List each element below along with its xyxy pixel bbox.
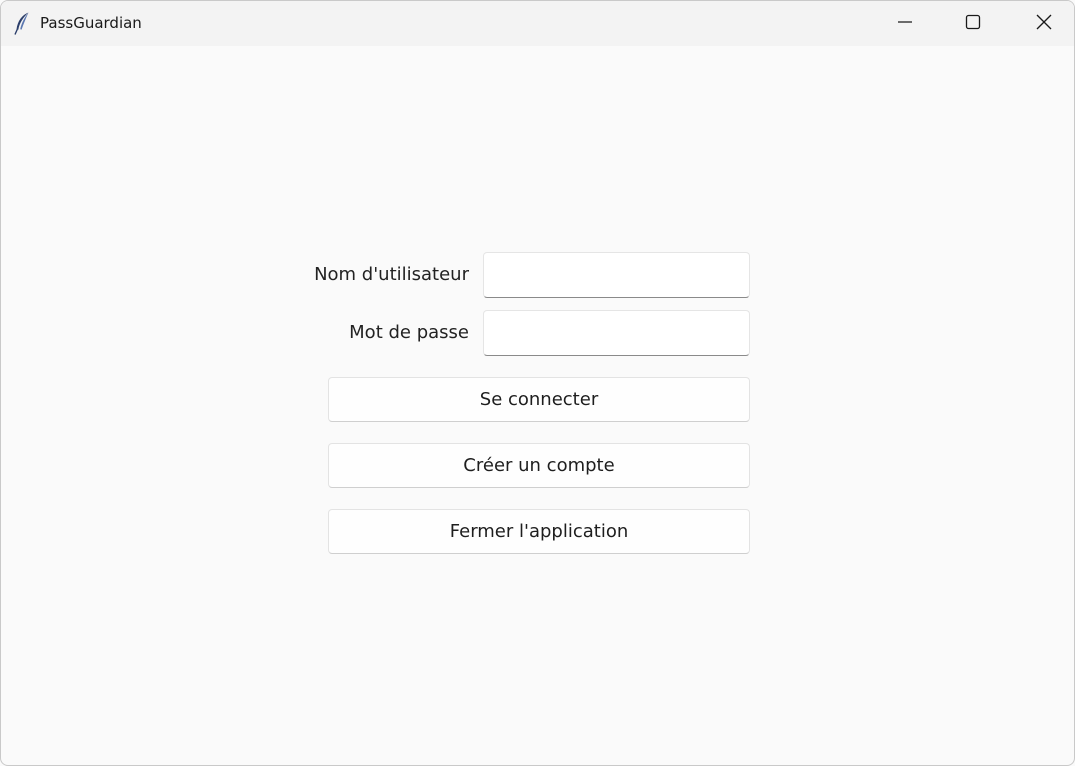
username-input[interactable] bbox=[483, 252, 750, 298]
login-button[interactable]: Se connecter bbox=[328, 377, 750, 422]
create-account-button[interactable]: Créer un compte bbox=[328, 443, 750, 488]
minimize-button[interactable] bbox=[877, 1, 933, 46]
window-title: PassGuardian bbox=[40, 14, 142, 32]
maximize-button[interactable] bbox=[945, 1, 1001, 46]
feather-icon bbox=[13, 11, 33, 35]
password-input[interactable] bbox=[483, 310, 750, 356]
close-icon bbox=[1035, 13, 1053, 35]
username-label: Nom d'utilisateur bbox=[314, 264, 469, 285]
maximize-icon bbox=[965, 14, 981, 34]
app-window: PassGuardian Nom d'utilisateur Mot de pa… bbox=[0, 0, 1075, 766]
minimize-icon bbox=[897, 14, 913, 34]
title-bar[interactable]: PassGuardian bbox=[1, 1, 1074, 46]
password-label: Mot de passe bbox=[349, 322, 469, 343]
close-window-button[interactable] bbox=[1016, 1, 1072, 46]
close-app-button[interactable]: Fermer l'application bbox=[328, 509, 750, 554]
